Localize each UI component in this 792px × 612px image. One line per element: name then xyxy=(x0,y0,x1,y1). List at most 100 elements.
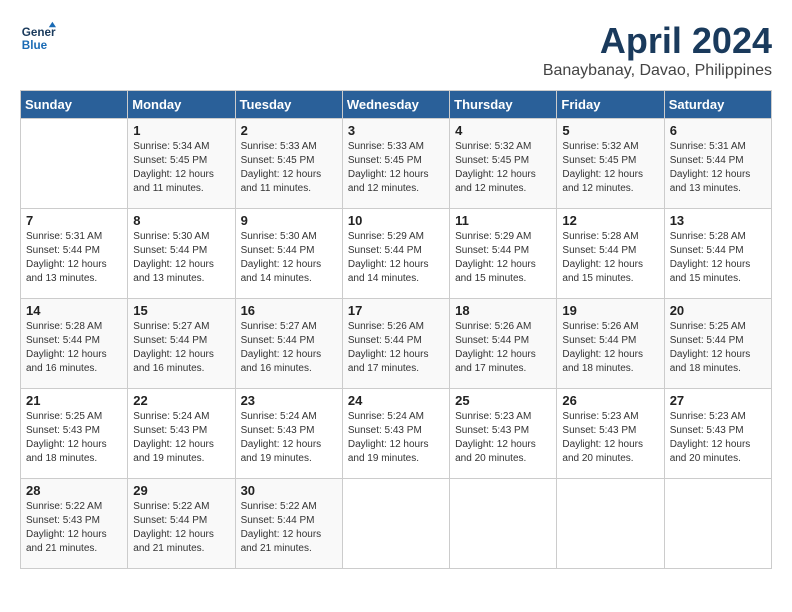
day-number: 21 xyxy=(26,393,122,408)
calendar-week-row: 1 Sunrise: 5:34 AM Sunset: 5:45 PM Daylig… xyxy=(21,119,772,209)
calendar-cell: 15 Sunrise: 5:27 AM Sunset: 5:44 PM Dayli… xyxy=(128,299,235,389)
day-number: 10 xyxy=(348,213,444,228)
calendar-cell: 25 Sunrise: 5:23 AM Sunset: 5:43 PM Dayli… xyxy=(450,389,557,479)
calendar-cell: 26 Sunrise: 5:23 AM Sunset: 5:43 PM Dayli… xyxy=(557,389,664,479)
day-info: Sunrise: 5:30 AM Sunset: 5:44 PM Dayligh… xyxy=(133,230,229,286)
day-info: Sunrise: 5:27 AM Sunset: 5:44 PM Dayligh… xyxy=(241,320,337,376)
day-number: 5 xyxy=(562,123,658,138)
day-info: Sunrise: 5:29 AM Sunset: 5:44 PM Dayligh… xyxy=(348,230,444,286)
weekday-header: Sunday xyxy=(21,91,128,119)
day-number: 2 xyxy=(241,123,337,138)
day-number: 24 xyxy=(348,393,444,408)
day-number: 17 xyxy=(348,303,444,318)
calendar-week-row: 7 Sunrise: 5:31 AM Sunset: 5:44 PM Daylig… xyxy=(21,209,772,299)
day-info: Sunrise: 5:28 AM Sunset: 5:44 PM Dayligh… xyxy=(562,230,658,286)
page-header: General Blue April 2024 Banaybanay, Dava… xyxy=(20,20,772,80)
day-number: 15 xyxy=(133,303,229,318)
day-number: 25 xyxy=(455,393,551,408)
day-info: Sunrise: 5:25 AM Sunset: 5:43 PM Dayligh… xyxy=(26,410,122,466)
calendar-cell: 16 Sunrise: 5:27 AM Sunset: 5:44 PM Dayli… xyxy=(235,299,342,389)
calendar-week-row: 28 Sunrise: 5:22 AM Sunset: 5:43 PM Dayli… xyxy=(21,479,772,569)
calendar-cell: 3Sunrise: 5:33 AM Sunset: 5:45 PM Daylig… xyxy=(342,119,449,209)
calendar-cell: 30Sunrise: 5:22 AM Sunset: 5:44 PM Dayli… xyxy=(235,479,342,569)
calendar-cell: 9 Sunrise: 5:30 AM Sunset: 5:44 PM Daylig… xyxy=(235,209,342,299)
day-number: 13 xyxy=(670,213,766,228)
day-number: 1 xyxy=(133,123,229,138)
calendar-cell: 17 Sunrise: 5:26 AM Sunset: 5:44 PM Dayli… xyxy=(342,299,449,389)
day-info: Sunrise: 5:22 AM Sunset: 5:43 PM Dayligh… xyxy=(26,500,122,556)
day-info: Sunrise: 5:22 AM Sunset: 5:44 PM Dayligh… xyxy=(133,500,229,556)
day-info: Sunrise: 5:24 AM Sunset: 5:43 PM Dayligh… xyxy=(348,410,444,466)
calendar-cell: 28 Sunrise: 5:22 AM Sunset: 5:43 PM Dayli… xyxy=(21,479,128,569)
day-info: Sunrise: 5:32 AM Sunset: 5:45 PM Dayligh… xyxy=(562,140,658,196)
day-number: 26 xyxy=(562,393,658,408)
day-info: Sunrise: 5:30 AM Sunset: 5:44 PM Dayligh… xyxy=(241,230,337,286)
calendar-cell: 19 Sunrise: 5:26 AM Sunset: 5:44 PM Dayli… xyxy=(557,299,664,389)
calendar-week-row: 14Sunrise: 5:28 AM Sunset: 5:44 PM Dayli… xyxy=(21,299,772,389)
day-info: Sunrise: 5:23 AM Sunset: 5:43 PM Dayligh… xyxy=(562,410,658,466)
calendar-cell xyxy=(342,479,449,569)
calendar-header-row: SundayMondayTuesdayWednesdayThursdayFrid… xyxy=(21,91,772,119)
day-number: 16 xyxy=(241,303,337,318)
day-info: Sunrise: 5:34 AM Sunset: 5:45 PM Dayligh… xyxy=(133,140,229,196)
calendar-cell: 6 Sunrise: 5:31 AM Sunset: 5:44 PM Daylig… xyxy=(664,119,771,209)
location-subtitle: Banaybanay, Davao, Philippines xyxy=(543,62,772,80)
calendar-cell: 2Sunrise: 5:33 AM Sunset: 5:45 PM Daylig… xyxy=(235,119,342,209)
day-number: 23 xyxy=(241,393,337,408)
calendar-cell: 29 Sunrise: 5:22 AM Sunset: 5:44 PM Dayli… xyxy=(128,479,235,569)
calendar-cell: 14Sunrise: 5:28 AM Sunset: 5:44 PM Dayli… xyxy=(21,299,128,389)
calendar-cell: 5 Sunrise: 5:32 AM Sunset: 5:45 PM Daylig… xyxy=(557,119,664,209)
calendar-table: SundayMondayTuesdayWednesdayThursdayFrid… xyxy=(20,90,772,569)
svg-text:General: General xyxy=(22,26,56,39)
day-info: Sunrise: 5:29 AM Sunset: 5:44 PM Dayligh… xyxy=(455,230,551,286)
calendar-cell xyxy=(450,479,557,569)
calendar-cell: 11Sunrise: 5:29 AM Sunset: 5:44 PM Dayli… xyxy=(450,209,557,299)
day-number: 8 xyxy=(133,213,229,228)
calendar-cell: 24 Sunrise: 5:24 AM Sunset: 5:43 PM Dayli… xyxy=(342,389,449,479)
day-number: 4 xyxy=(455,123,551,138)
day-number: 6 xyxy=(670,123,766,138)
weekday-header: Monday xyxy=(128,91,235,119)
day-number: 7 xyxy=(26,213,122,228)
calendar-cell xyxy=(21,119,128,209)
day-info: Sunrise: 5:31 AM Sunset: 5:44 PM Dayligh… xyxy=(670,140,766,196)
day-info: Sunrise: 5:22 AM Sunset: 5:44 PM Dayligh… xyxy=(241,500,337,556)
day-number: 28 xyxy=(26,483,122,498)
calendar-cell: 7 Sunrise: 5:31 AM Sunset: 5:44 PM Daylig… xyxy=(21,209,128,299)
logo-icon: General Blue xyxy=(20,20,56,56)
day-info: Sunrise: 5:32 AM Sunset: 5:45 PM Dayligh… xyxy=(455,140,551,196)
calendar-cell: 12Sunrise: 5:28 AM Sunset: 5:44 PM Dayli… xyxy=(557,209,664,299)
title-block: April 2024 Banaybanay, Davao, Philippine… xyxy=(543,20,772,80)
day-info: Sunrise: 5:23 AM Sunset: 5:43 PM Dayligh… xyxy=(455,410,551,466)
day-info: Sunrise: 5:23 AM Sunset: 5:43 PM Dayligh… xyxy=(670,410,766,466)
day-info: Sunrise: 5:26 AM Sunset: 5:44 PM Dayligh… xyxy=(348,320,444,376)
day-number: 9 xyxy=(241,213,337,228)
calendar-cell: 10 Sunrise: 5:29 AM Sunset: 5:44 PM Dayli… xyxy=(342,209,449,299)
day-info: Sunrise: 5:31 AM Sunset: 5:44 PM Dayligh… xyxy=(26,230,122,286)
calendar-cell: 1 Sunrise: 5:34 AM Sunset: 5:45 PM Daylig… xyxy=(128,119,235,209)
calendar-cell: 20Sunrise: 5:25 AM Sunset: 5:44 PM Dayli… xyxy=(664,299,771,389)
weekday-header: Tuesday xyxy=(235,91,342,119)
calendar-cell: 23 Sunrise: 5:24 AM Sunset: 5:43 PM Dayli… xyxy=(235,389,342,479)
day-number: 29 xyxy=(133,483,229,498)
weekday-header: Friday xyxy=(557,91,664,119)
day-info: Sunrise: 5:26 AM Sunset: 5:44 PM Dayligh… xyxy=(562,320,658,376)
day-info: Sunrise: 5:26 AM Sunset: 5:44 PM Dayligh… xyxy=(455,320,551,376)
day-info: Sunrise: 5:33 AM Sunset: 5:45 PM Dayligh… xyxy=(348,140,444,196)
weekday-header: Thursday xyxy=(450,91,557,119)
calendar-cell: 22Sunrise: 5:24 AM Sunset: 5:43 PM Dayli… xyxy=(128,389,235,479)
calendar-cell: 21 Sunrise: 5:25 AM Sunset: 5:43 PM Dayli… xyxy=(21,389,128,479)
day-number: 19 xyxy=(562,303,658,318)
calendar-cell: 4 Sunrise: 5:32 AM Sunset: 5:45 PM Daylig… xyxy=(450,119,557,209)
day-info: Sunrise: 5:28 AM Sunset: 5:44 PM Dayligh… xyxy=(670,230,766,286)
month-title: April 2024 xyxy=(543,20,772,62)
calendar-cell xyxy=(664,479,771,569)
calendar-cell xyxy=(557,479,664,569)
day-number: 14 xyxy=(26,303,122,318)
weekday-header: Wednesday xyxy=(342,91,449,119)
calendar-body: 1 Sunrise: 5:34 AM Sunset: 5:45 PM Daylig… xyxy=(21,119,772,569)
day-info: Sunrise: 5:24 AM Sunset: 5:43 PM Dayligh… xyxy=(241,410,337,466)
svg-text:Blue: Blue xyxy=(22,39,48,52)
day-number: 22 xyxy=(133,393,229,408)
day-info: Sunrise: 5:27 AM Sunset: 5:44 PM Dayligh… xyxy=(133,320,229,376)
